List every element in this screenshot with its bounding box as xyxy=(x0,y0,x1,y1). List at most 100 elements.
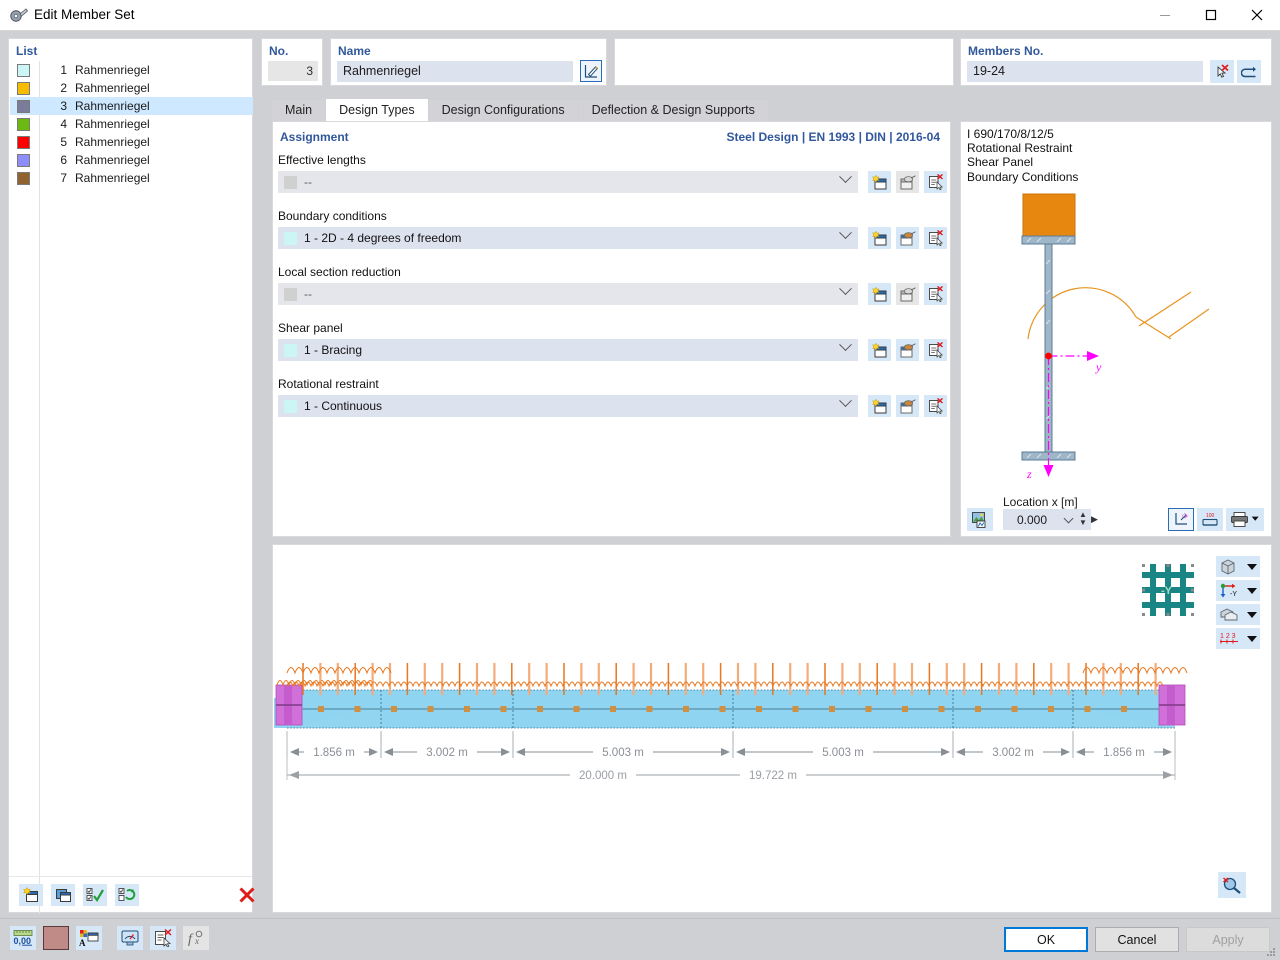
delete-member-set-button[interactable] xyxy=(235,884,259,906)
render-settings-icon[interactable]: A xyxy=(76,926,102,950)
tab-bar[interactable]: Main Design Types Design Configurations Def… xyxy=(272,99,769,121)
edit-icon[interactable] xyxy=(896,171,919,193)
dimensions-icon[interactable]: 100 xyxy=(1197,508,1223,531)
invert-check-button[interactable] xyxy=(115,883,139,906)
combo-shear-panel[interactable]: 1 - Bracing xyxy=(278,338,858,361)
list-item[interactable]: 6 Rahmenriegel xyxy=(10,151,253,169)
combo-local-section-reduction[interactable]: -- xyxy=(278,282,858,305)
model-graphic-panel[interactable]: 1.856 m 3.002 m 5.003 m 5.003 m 3.002 m 1.856… xyxy=(272,544,1272,913)
chevron-down-icon[interactable] xyxy=(1247,635,1257,642)
minimize-button[interactable] xyxy=(1142,0,1188,30)
section-preview-graphic: y z xyxy=(1021,193,1210,481)
chevron-down-icon[interactable] xyxy=(839,226,852,240)
members-no-input[interactable]: 19-24 xyxy=(967,61,1203,82)
assignment-label: Assignment xyxy=(280,130,349,144)
ok-button[interactable]: OK xyxy=(1004,927,1088,952)
delete-icon[interactable] xyxy=(924,171,947,193)
copy-member-set-button[interactable] xyxy=(51,883,75,906)
resize-grip[interactable] xyxy=(1265,946,1277,958)
node-marker xyxy=(1121,706,1127,712)
dimension-arrow xyxy=(1061,748,1070,756)
numbering-button[interactable]: 1 2 3 xyxy=(1216,628,1260,649)
list-item[interactable]: 7 Rahmenriegel xyxy=(10,169,253,187)
location-x-combo[interactable]: 0.000 ▲ ▼ ▶ xyxy=(1003,509,1098,530)
location-x-value: 0.000 xyxy=(1017,512,1048,527)
section-view-button[interactable] xyxy=(1216,604,1260,625)
delete-icon[interactable] xyxy=(924,283,947,305)
render-image-icon[interactable] xyxy=(967,508,993,531)
name-label: Name xyxy=(338,44,371,58)
check-all-button[interactable] xyxy=(83,883,107,906)
cancel-button[interactable]: Cancel xyxy=(1095,927,1179,952)
chevron-down-icon[interactable] xyxy=(839,338,852,352)
members-undo-button[interactable] xyxy=(1237,60,1261,83)
section-preview-panel: I 690/170/8/12/5 Rotational Restraint Shea… xyxy=(960,121,1272,537)
combo-value: 1 - Bracing xyxy=(304,343,363,357)
combo-boundary-conditions[interactable]: 1 - 2D - 4 degrees of freedom xyxy=(278,226,858,249)
close-button[interactable] xyxy=(1234,0,1280,30)
list-item-number: 4 xyxy=(60,117,67,131)
status-bar: 0,00 A f x OK Cancel Apply xyxy=(0,918,1280,960)
combo-rotational-restraint[interactable]: 1 - Continuous xyxy=(278,394,858,417)
decimal-places-icon[interactable]: 0,00 xyxy=(10,926,36,950)
chevron-down-icon[interactable] xyxy=(839,282,852,296)
chevron-down-icon[interactable] xyxy=(1247,587,1257,594)
play-next-icon[interactable]: ▶ xyxy=(1091,514,1098,525)
edit-icon[interactable] xyxy=(896,339,919,361)
list-item[interactable]: 1 Rahmenriegel xyxy=(10,61,253,79)
tab-deflection-design-supports[interactable]: Deflection & Design Supports xyxy=(578,100,768,121)
field-group-shear-panel: Shear panel 1 - Bracing xyxy=(278,321,947,361)
new-icon[interactable] xyxy=(868,395,891,417)
color-swatch xyxy=(17,171,30,185)
node-marker xyxy=(610,706,616,712)
new-icon[interactable] xyxy=(868,227,891,249)
color-swatch xyxy=(17,153,30,167)
new-icon[interactable] xyxy=(868,171,891,193)
color-swatch-icon[interactable] xyxy=(43,926,69,950)
member-set-list[interactable]: 1 Rahmenriegel 2 Rahmenriegel 3 Rahmenriegel 4… xyxy=(10,61,253,187)
delete-selection-icon[interactable] xyxy=(150,926,176,950)
view-cube[interactable]: -Y xyxy=(1142,564,1194,616)
edit-pencil-icon[interactable] xyxy=(580,60,602,82)
spinner-icon[interactable]: ▲ ▼ xyxy=(1079,511,1087,527)
new-icon[interactable] xyxy=(868,339,891,361)
list-item[interactable]: 4 Rahmenriegel xyxy=(10,115,253,133)
list-item-label: Rahmenriegel xyxy=(75,153,150,167)
new-icon[interactable] xyxy=(868,283,891,305)
new-member-set-button[interactable] xyxy=(19,883,43,906)
combo-color-swatch xyxy=(284,399,297,413)
name-input[interactable]: Rahmenriegel xyxy=(337,61,573,82)
list-item[interactable]: 2 Rahmenriegel xyxy=(10,79,253,97)
tab-design-types[interactable]: Design Types xyxy=(326,99,428,121)
axis-system-icon[interactable]: y xyxy=(1168,508,1194,531)
list-header-label: List xyxy=(16,44,38,58)
chevron-down-icon[interactable] xyxy=(1247,563,1257,570)
edit-icon[interactable] xyxy=(896,227,919,249)
render-mode-button[interactable] xyxy=(1216,556,1260,577)
combo-effective-lengths[interactable]: -- xyxy=(278,170,858,193)
tab-main[interactable]: Main xyxy=(272,100,326,121)
chevron-down-icon[interactable] xyxy=(839,170,852,184)
print-icon[interactable] xyxy=(1226,508,1264,531)
chevron-down-icon[interactable] xyxy=(839,394,852,408)
edit-icon[interactable] xyxy=(896,395,919,417)
maximize-button[interactable] xyxy=(1188,0,1234,30)
node-marker xyxy=(975,706,981,712)
edit-icon[interactable] xyxy=(896,283,919,305)
chevron-down-icon[interactable] xyxy=(1063,513,1074,524)
axis-view-button[interactable]: -Y xyxy=(1216,580,1260,601)
color-swatch xyxy=(17,63,30,77)
formula-icon[interactable]: f x xyxy=(183,926,209,950)
apply-button[interactable]: Apply xyxy=(1186,927,1270,952)
delete-icon[interactable] xyxy=(924,227,947,249)
tab-design-configurations[interactable]: Design Configurations xyxy=(428,100,578,121)
display-settings-icon[interactable] xyxy=(117,926,143,950)
list-item[interactable]: 3 Rahmenriegel xyxy=(10,97,253,115)
delete-icon[interactable] xyxy=(924,339,947,361)
delete-icon[interactable] xyxy=(924,395,947,417)
field-group-rotational-restraint: Rotational restraint 1 - Continuous xyxy=(278,377,947,417)
zoom-find-icon[interactable] xyxy=(1218,872,1246,898)
chevron-down-icon[interactable] xyxy=(1247,611,1257,618)
list-item[interactable]: 5 Rahmenriegel xyxy=(10,133,253,151)
select-pointer-icon[interactable] xyxy=(1210,60,1234,83)
